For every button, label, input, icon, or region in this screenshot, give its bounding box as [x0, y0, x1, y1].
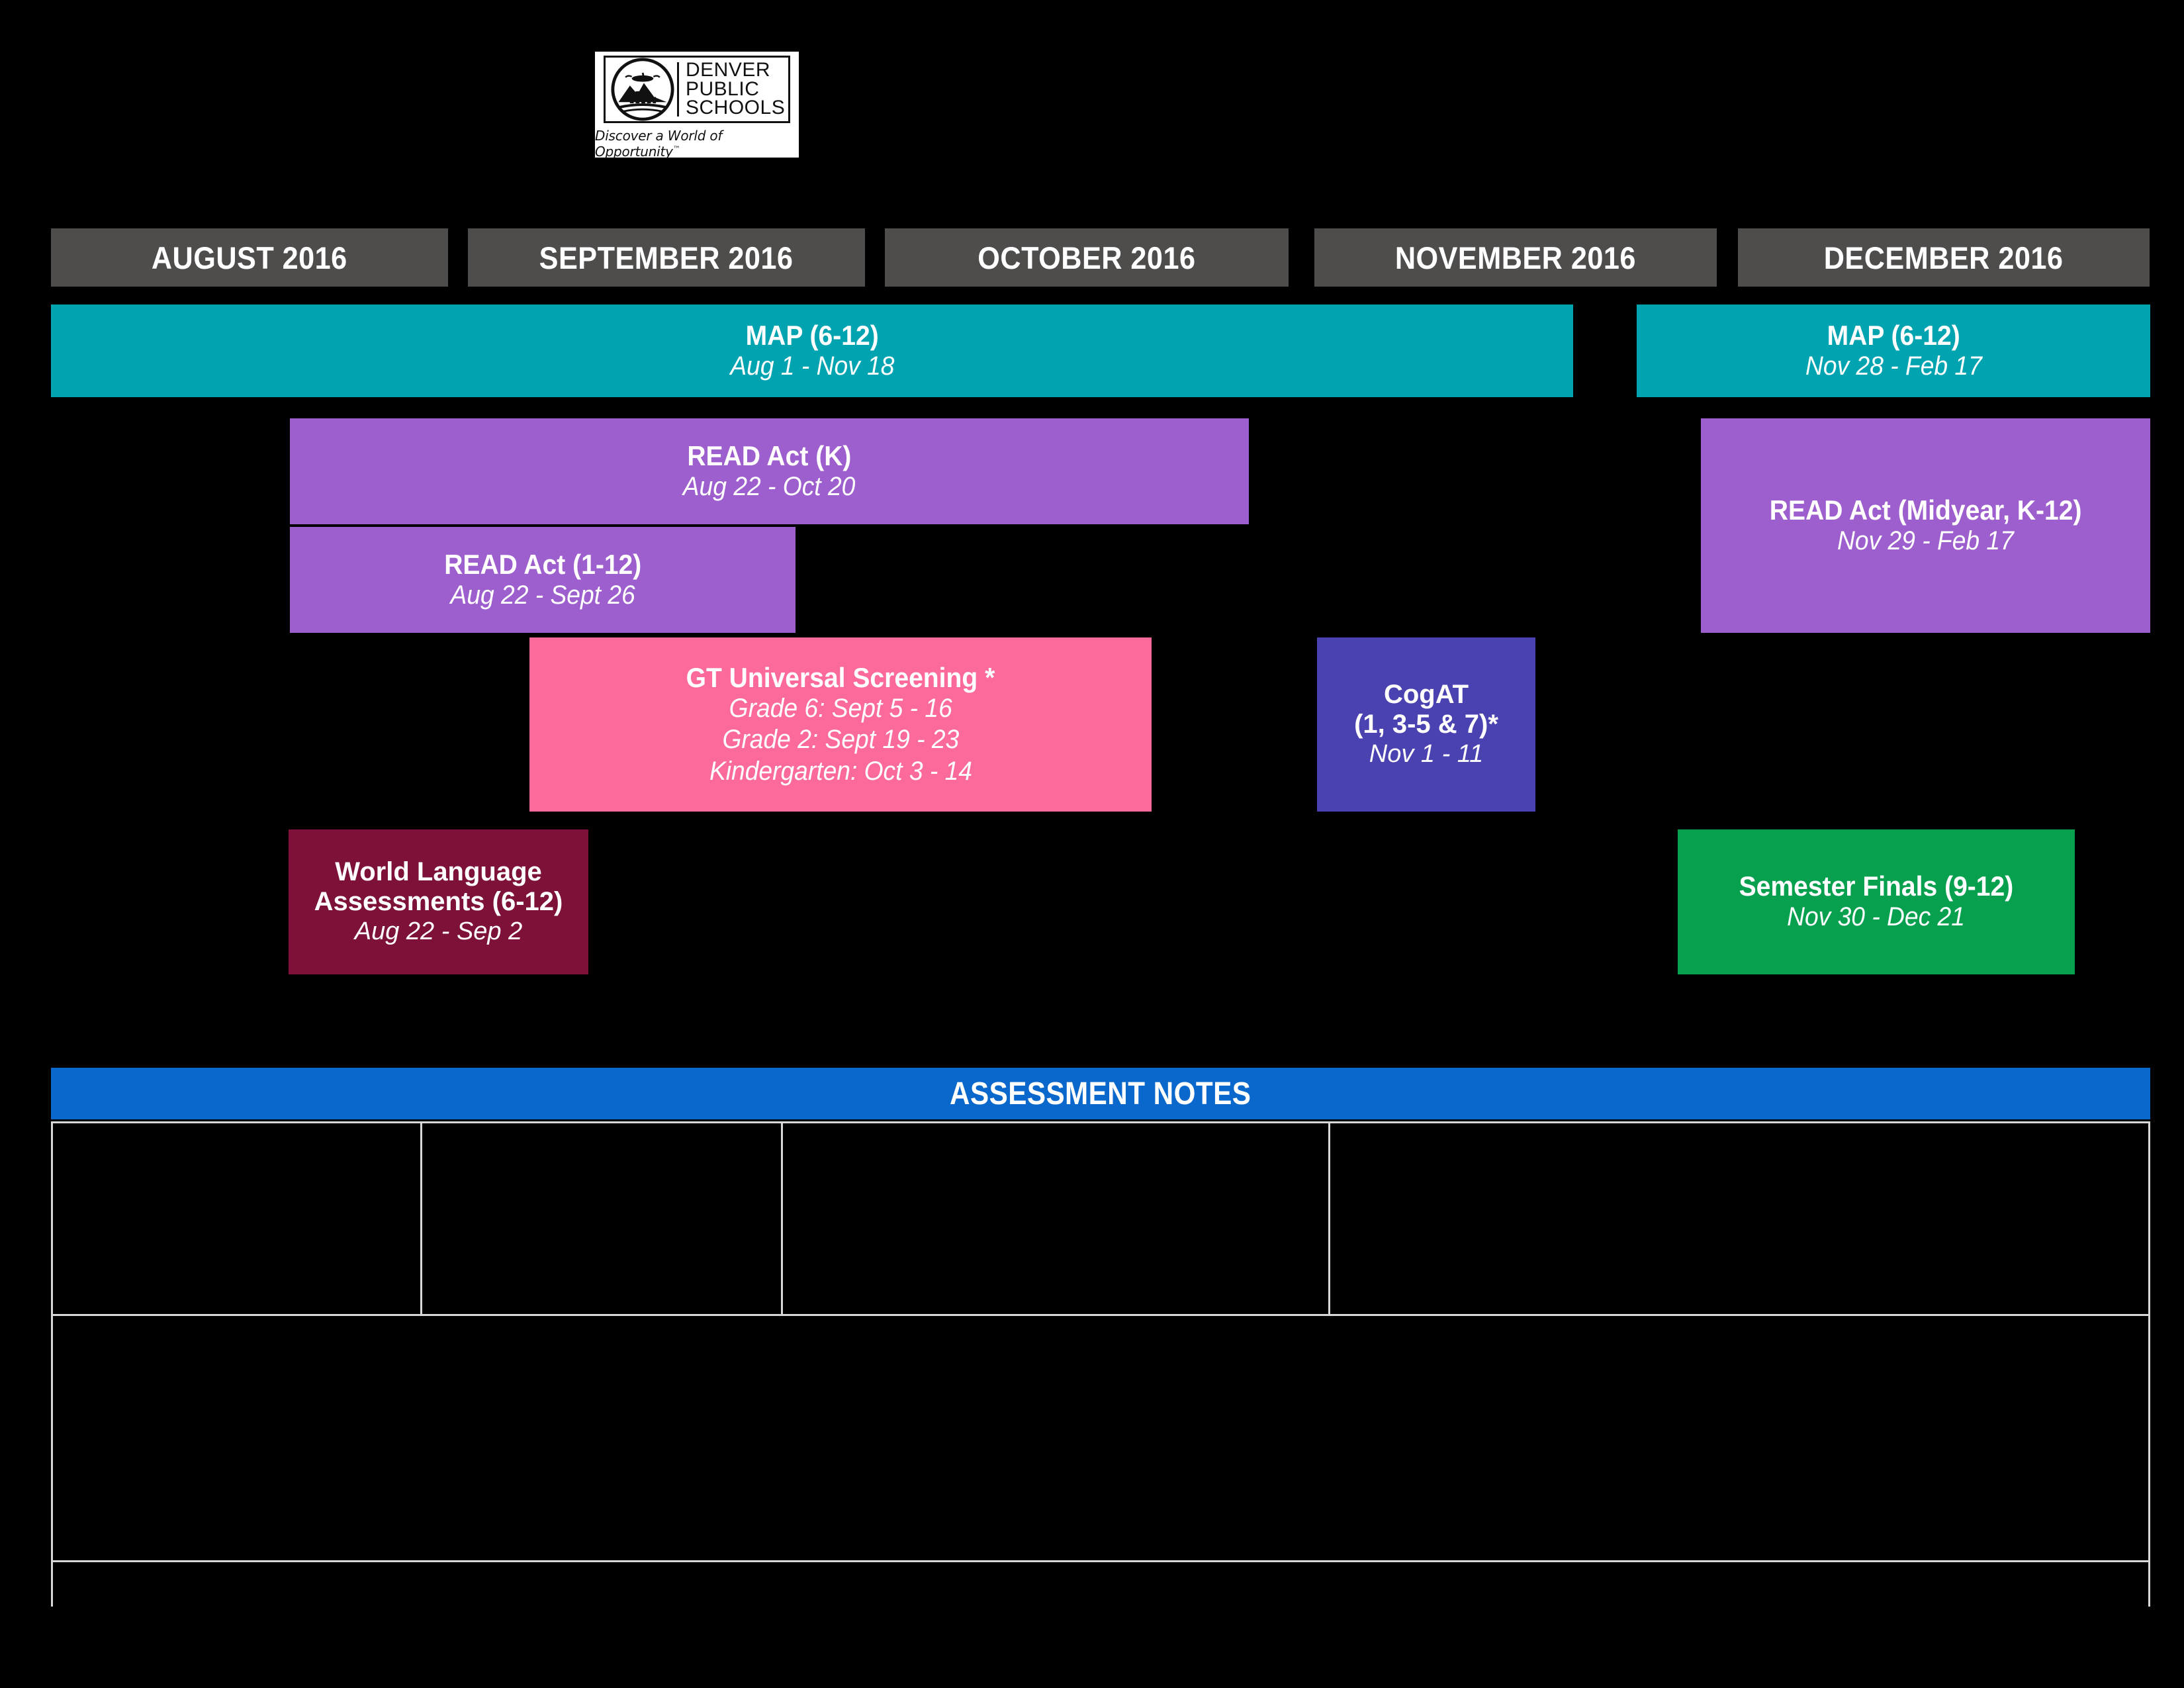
table-row	[53, 1314, 2148, 1560]
table-cell[interactable]	[53, 1123, 420, 1314]
month-header-december: DECEMBER 2016	[1738, 228, 2150, 287]
assessment-bar-read-act-midyear[interactable]: READ Act (Midyear, K-12) Nov 29 - Feb 17	[1701, 418, 2150, 633]
assessment-bar-world-language[interactable]: World Language Assessments (6-12) Aug 22…	[289, 829, 588, 974]
assessment-dates-kindergarten: Kindergarten: Oct 3 - 14	[709, 756, 972, 786]
table-cell[interactable]	[783, 1123, 1328, 1314]
assessment-dates: Aug 1 - Nov 18	[729, 351, 895, 381]
table-cell[interactable]	[1330, 1123, 2148, 1314]
assessment-bar-cogat[interactable]: CogAT (1, 3-5 & 7)* Nov 1 - 11	[1317, 637, 1535, 812]
assessment-dates: Nov 30 - Dec 21	[1787, 902, 1966, 932]
assessment-dates: Aug 22 - Sept 26	[450, 580, 635, 610]
table-row	[53, 1560, 2148, 1609]
table-cell[interactable]	[53, 1562, 2148, 1609]
table-cell[interactable]	[422, 1123, 781, 1314]
assessment-dates: Aug 22 - Sep 2	[354, 917, 523, 945]
assessment-notes-table	[51, 1121, 2150, 1609]
assessment-title: Semester Finals (9-12)	[1739, 870, 2014, 902]
assessment-title: GT Universal Screening *	[686, 662, 995, 694]
assessment-title: READ Act (K)	[687, 440, 852, 471]
logo-divider	[677, 62, 679, 117]
logo-tagline-text: Discover a World of Opportunity	[595, 128, 723, 160]
assessment-title: MAP (6-12)	[745, 319, 879, 351]
month-header-august: AUGUST 2016	[51, 228, 448, 287]
month-header-november: NOVEMBER 2016	[1314, 228, 1717, 287]
assessment-title: MAP (6-12)	[1827, 319, 1960, 351]
assessment-bar-map-fall[interactable]: MAP (6-12) Aug 1 - Nov 18	[51, 305, 1573, 397]
assessment-dates: Aug 22 - Oct 20	[683, 471, 856, 501]
assessment-bar-read-act-k[interactable]: READ Act (K) Aug 22 - Oct 20	[290, 418, 1249, 524]
assessment-subtitle: (1, 3-5 & 7)*	[1354, 710, 1498, 739]
month-header-label: SEPTEMBER 2016	[539, 240, 794, 275]
assessment-dates-grade6: Grade 6: Sept 5 - 16	[729, 694, 952, 724]
month-header-label: AUGUST 2016	[152, 240, 347, 275]
assessment-title-line1: World Language	[335, 857, 542, 887]
trademark-symbol: ™	[672, 144, 680, 154]
assessment-notes-title: ASSESSMENT NOTES	[950, 1076, 1251, 1111]
assessment-bar-map-winter[interactable]: MAP (6-12) Nov 28 - Feb 17	[1637, 305, 2150, 397]
assessment-bar-gt-universal-screening[interactable]: GT Universal Screening * Grade 6: Sept 5…	[529, 637, 1152, 812]
logo-line-denver: DENVER	[686, 59, 771, 81]
lamp-of-learning-mountains-skyline-emblem	[611, 58, 674, 121]
month-header-september: SEPTEMBER 2016	[468, 228, 865, 287]
logo-line-schools: SCHOOLS	[686, 97, 786, 119]
assessment-dates-grade2: Grade 2: Sept 19 - 23	[722, 725, 959, 755]
assessment-bar-semester-finals[interactable]: Semester Finals (9-12) Nov 30 - Dec 21	[1678, 829, 2075, 974]
dps-logo: DENVER PUBLIC SCHOOLS Discover a World o…	[595, 52, 799, 160]
logo-wordmark: DENVER PUBLIC SCHOOLS	[686, 59, 786, 119]
assessment-calendar-page: DENVER PUBLIC SCHOOLS Discover a World o…	[0, 0, 2184, 1688]
assessment-dates: Nov 29 - Feb 17	[1837, 526, 2014, 555]
assessment-title: READ Act (1-12)	[443, 548, 642, 580]
month-header-october: OCTOBER 2016	[885, 228, 1289, 287]
assessment-notes-header: ASSESSMENT NOTES	[51, 1068, 2150, 1119]
table-cell[interactable]	[53, 1316, 2148, 1560]
logo-line-public: PUBLIC	[686, 77, 760, 100]
assessment-title-line2: Assessments (6-12)	[314, 887, 563, 917]
assessment-dates: Nov 28 - Feb 17	[1805, 351, 1982, 381]
table-row	[53, 1123, 2148, 1314]
assessment-title: READ Act (Midyear, K-12)	[1769, 494, 2082, 526]
month-header-label: OCTOBER 2016	[978, 240, 1196, 275]
assessment-dates: Nov 1 - 11	[1369, 739, 1484, 768]
month-header-label: NOVEMBER 2016	[1394, 240, 1637, 275]
month-header-label: DECEMBER 2016	[1824, 240, 2064, 275]
assessment-title: CogAT	[1383, 680, 1469, 710]
logo-framed-mark: DENVER PUBLIC SCHOOLS	[604, 56, 790, 123]
logo-tagline: Discover a World of Opportunity™	[595, 128, 799, 160]
assessment-bar-read-act-1-12[interactable]: READ Act (1-12) Aug 22 - Sept 26	[290, 527, 796, 633]
